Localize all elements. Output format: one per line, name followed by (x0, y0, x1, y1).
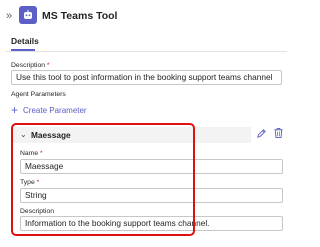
description-label: Description * (11, 62, 50, 69)
pencil-icon[interactable] (256, 128, 267, 139)
create-parameter-label: Create Parameter (23, 105, 87, 115)
name-label: Name * (20, 150, 43, 157)
parameter-description-label: Description (20, 208, 54, 215)
parameter-description-field[interactable]: Information to the booking support teams… (20, 216, 283, 231)
chevron-down-icon[interactable]: ⌄ (20, 130, 27, 139)
type-label: Type * (20, 179, 40, 186)
tab-divider (6, 51, 287, 52)
trash-icon[interactable] (273, 127, 284, 139)
agent-parameters-label: Agent Parameters (11, 91, 66, 98)
parameter-header-name: Maessage (31, 130, 71, 140)
create-parameter-button[interactable]: + Create Parameter (11, 104, 87, 116)
double-chevron-right-icon[interactable]: » (6, 11, 12, 22)
name-field[interactable]: Maessage (20, 159, 283, 174)
bot-icon (19, 6, 37, 24)
tab-details[interactable]: Details (11, 36, 39, 46)
type-select[interactable]: String (20, 188, 283, 203)
tool-title: MS Teams Tool (42, 10, 118, 22)
description-field[interactable]: Use this tool to post information in the… (11, 70, 282, 85)
plus-icon: + (11, 103, 19, 117)
